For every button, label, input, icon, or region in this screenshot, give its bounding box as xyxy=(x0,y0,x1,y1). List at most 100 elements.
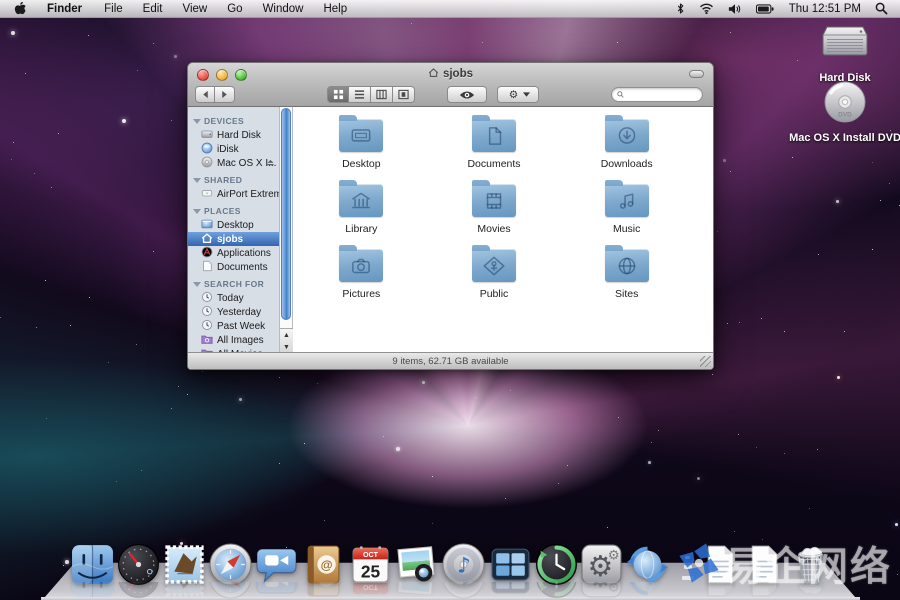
sidebar-header-label: PLACES xyxy=(204,206,241,216)
sidebar-item-mac-os-x-i-[interactable]: Mac OS X I... xyxy=(188,156,279,170)
menu-item-file[interactable]: File xyxy=(94,0,133,18)
dock-icon-itunes[interactable]: ♪♪ xyxy=(441,542,486,587)
star xyxy=(137,70,138,71)
dock-icon-trash[interactable] xyxy=(788,542,833,587)
folder-label: Library xyxy=(345,223,377,235)
desktop-icon-hard-disk[interactable]: Hard Disk xyxy=(793,22,897,84)
menu-item-edit[interactable]: Edit xyxy=(133,0,173,18)
sidebar-item-yesterday[interactable]: Yesterday xyxy=(188,305,279,319)
sidebar-item-applications[interactable]: Applications xyxy=(188,246,279,260)
menu-item-window[interactable]: Window xyxy=(253,0,314,18)
list-view-button[interactable] xyxy=(349,86,371,103)
folder-public[interactable]: Public xyxy=(428,245,561,310)
sidebar-item-airport-extreme[interactable]: AirPort Extreme xyxy=(188,187,279,201)
dock-icon-document-stack-15[interactable] xyxy=(742,542,787,587)
star xyxy=(136,344,137,345)
sidebar-item-desktop[interactable]: Desktop xyxy=(188,218,279,232)
sidebar-scrollbar[interactable]: ▲ ▼ xyxy=(280,107,293,352)
sidebar-item-documents[interactable]: Documents xyxy=(188,260,279,274)
sidebar-item-all-images[interactable]: All Images xyxy=(188,333,279,347)
wifi-icon[interactable] xyxy=(692,3,721,14)
dock-icon-spaces[interactable] xyxy=(488,542,533,587)
bluetooth-icon[interactable] xyxy=(669,2,692,15)
sidebar-item-idisk[interactable]: iDisk xyxy=(188,142,279,156)
scroll-up-button[interactable]: ▲ xyxy=(280,329,293,341)
menu-item-help[interactable]: Help xyxy=(313,0,357,18)
dock-icon-sync[interactable] xyxy=(625,542,670,587)
star xyxy=(70,325,71,326)
quick-look-button[interactable] xyxy=(447,86,487,103)
star xyxy=(202,371,203,372)
star xyxy=(51,187,52,188)
dock-icon-address-book[interactable]: @@ xyxy=(301,542,346,587)
volume-icon[interactable] xyxy=(721,3,749,15)
sidebar-item-label: Desktop xyxy=(217,220,254,231)
dock-icon-time-machine[interactable] xyxy=(534,542,579,587)
star xyxy=(36,327,37,328)
coverflow-view-button[interactable] xyxy=(393,86,415,103)
disclosure-triangle-icon xyxy=(193,119,201,124)
folder-music[interactable]: Music xyxy=(560,180,693,245)
forward-button[interactable] xyxy=(215,86,235,103)
folder-library[interactable]: Library xyxy=(295,180,428,245)
menu-clock[interactable]: Thu 12:51 PM xyxy=(781,3,869,15)
folder-pictures[interactable]: Pictures xyxy=(295,245,428,310)
window-header[interactable]: sjobs ⚙ xyxy=(188,63,713,107)
star xyxy=(11,31,15,35)
folder-sites[interactable]: Sites xyxy=(560,245,693,310)
battery-icon[interactable] xyxy=(749,4,781,14)
sidebar-header-shared[interactable]: SHARED xyxy=(188,170,279,187)
desktop-icon-install-dvd[interactable]: DVD Mac OS X Install DVD xyxy=(793,80,897,144)
window-title-text: sjobs xyxy=(443,68,473,80)
folder-desktop[interactable]: Desktop xyxy=(295,115,428,180)
sidebar-header-devices[interactable]: DEVICES xyxy=(188,111,279,128)
action-menu-button[interactable]: ⚙ xyxy=(497,86,539,103)
eject-icon[interactable] xyxy=(266,158,275,170)
folder-label: Desktop xyxy=(342,158,381,170)
dock-icon-finder[interactable] xyxy=(70,542,115,587)
icon-view-button[interactable] xyxy=(327,86,349,103)
search-input[interactable] xyxy=(627,89,697,100)
folder-documents[interactable]: Documents xyxy=(428,115,561,180)
folder-downloads[interactable]: Downloads xyxy=(560,115,693,180)
dock-icon-safari[interactable] xyxy=(208,542,253,587)
dock-icon-ical[interactable]: OCT25OCT25 xyxy=(348,542,393,587)
star xyxy=(46,418,47,419)
dock-icon-iphoto[interactable] xyxy=(394,542,439,587)
star xyxy=(738,434,739,435)
sidebar-item-sjobs[interactable]: sjobs xyxy=(188,232,279,246)
dock-icon-document-stack-14[interactable] xyxy=(698,542,743,587)
dock-icon-dashboard[interactable] xyxy=(116,542,161,587)
toolbar-toggle-button[interactable] xyxy=(689,70,704,78)
resize-grip[interactable] xyxy=(700,356,711,367)
menu-item-finder[interactable]: Finder xyxy=(37,0,94,18)
scrollbar-thumb[interactable] xyxy=(281,108,291,320)
spotlight-icon[interactable] xyxy=(869,2,900,15)
sidebar-header-search-for[interactable]: SEARCH FOR xyxy=(188,274,279,291)
home-icon xyxy=(428,67,439,81)
star xyxy=(567,465,568,466)
dock-icon-ichat[interactable] xyxy=(254,542,299,587)
star xyxy=(658,430,659,431)
menu-item-go[interactable]: Go xyxy=(217,0,252,18)
status-bar: 9 items, 62.71 GB available xyxy=(188,352,713,369)
dock-icon-mail[interactable] xyxy=(162,542,207,587)
menu-item-view[interactable]: View xyxy=(173,0,218,18)
back-button[interactable] xyxy=(195,86,215,103)
dock-icon-system-preferences[interactable]: ⚙⚙⚙⚙ xyxy=(579,542,624,587)
toolbar: ⚙ xyxy=(188,82,713,107)
column-view-button[interactable] xyxy=(371,86,393,103)
sidebar-header-places[interactable]: PLACES xyxy=(188,201,279,218)
finder-window: sjobs ⚙ xyxy=(187,62,714,370)
menu-bar: FinderFileEditViewGoWindowHelp Thu 12:51… xyxy=(0,0,900,18)
sidebar-item-today[interactable]: Today xyxy=(188,291,279,305)
dock-divider xyxy=(681,550,697,586)
sidebar-item-past-week[interactable]: Past Week xyxy=(188,319,279,333)
desktop: FinderFileEditViewGoWindowHelp Thu 12:51… xyxy=(0,0,900,600)
apple-menu-icon[interactable] xyxy=(0,1,37,16)
folder-movies[interactable]: Movies xyxy=(428,180,561,245)
search-field[interactable] xyxy=(611,87,703,102)
star xyxy=(607,527,608,528)
sidebar-item-hard-disk[interactable]: Hard Disk xyxy=(188,128,279,142)
folder-label: Music xyxy=(613,223,640,235)
